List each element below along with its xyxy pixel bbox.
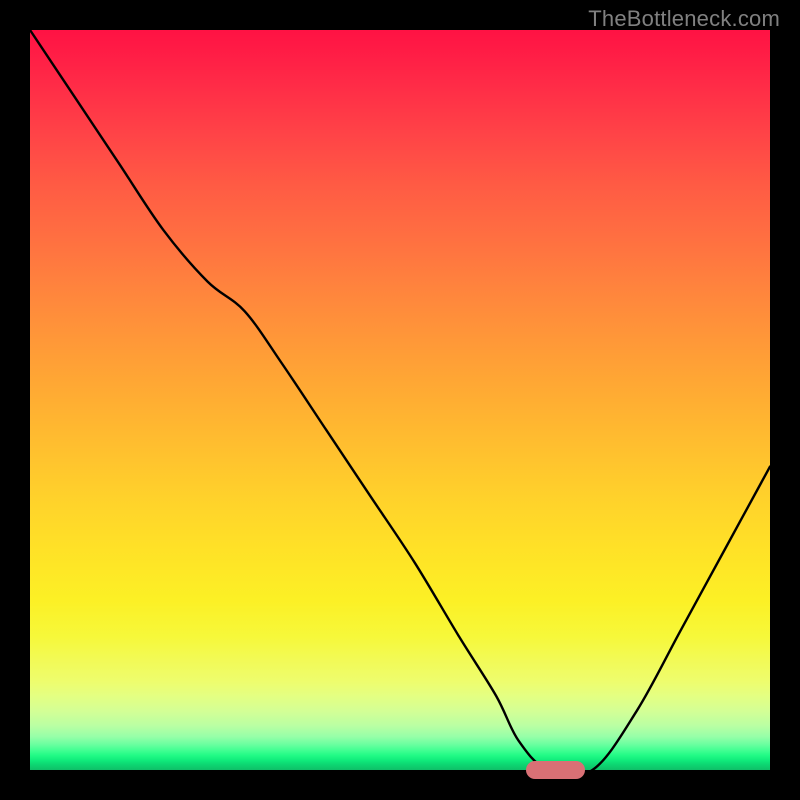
watermark-text: TheBottleneck.com [588,6,780,32]
optimal-range-marker [526,761,585,779]
plot-area [30,30,770,770]
bottleneck-curve [30,30,770,770]
